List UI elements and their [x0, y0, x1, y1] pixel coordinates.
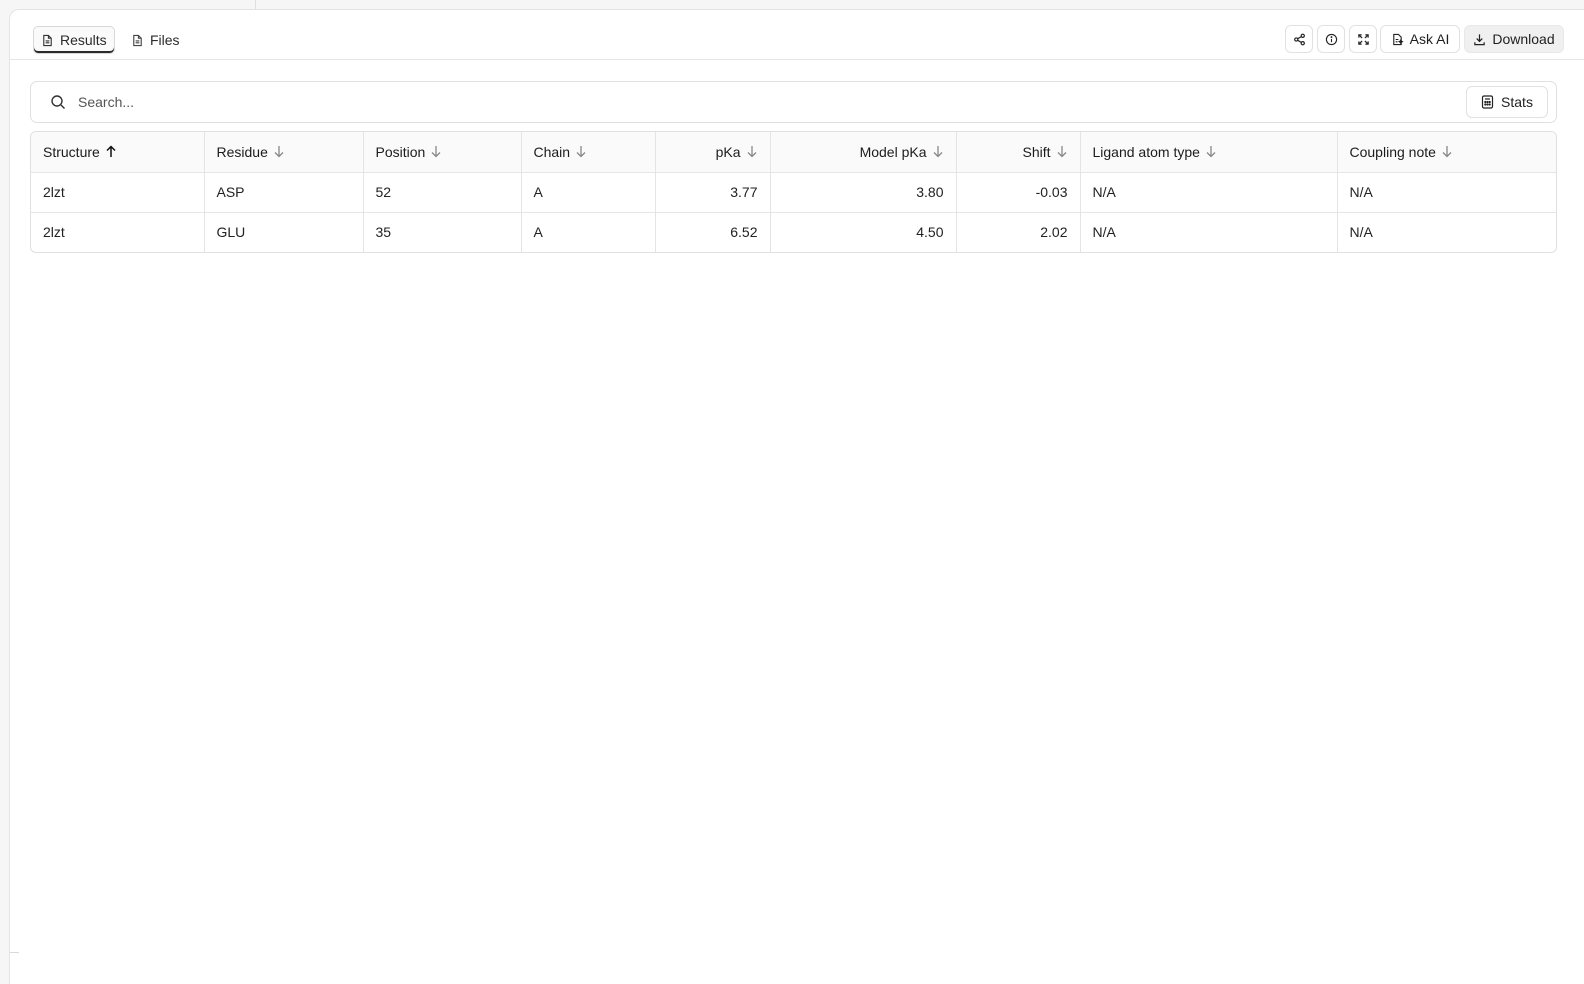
stats-label: Stats: [1501, 94, 1533, 110]
top-divider: [255, 0, 256, 9]
cell-model-pka: 4.50: [770, 211, 957, 252]
column-label: Chain: [533, 143, 571, 160]
column-label: Ligand atom type: [1092, 143, 1200, 160]
sort-icon: [1057, 146, 1066, 158]
cell-coupling-note: N/A: [1337, 211, 1556, 252]
table-row[interactable]: 2lzt GLU 35 A 6.52 4.50 2.02 N/A N/A: [31, 211, 1556, 252]
cell-shift: 2.02: [956, 211, 1081, 252]
column-label: Structure: [43, 143, 100, 160]
download-button[interactable]: Download: [1464, 25, 1564, 53]
sort-icon: [747, 146, 756, 158]
sort-ascending-icon: [106, 145, 116, 158]
column-header-structure[interactable]: Structure: [31, 132, 205, 172]
download-icon: [1474, 33, 1486, 45]
divider: [10, 952, 19, 953]
download-label: Download: [1492, 31, 1555, 47]
sort-icon: [933, 146, 942, 158]
info-icon: [1325, 33, 1337, 45]
cell-pka: 3.77: [655, 171, 771, 212]
search-input[interactable]: Search...: [78, 94, 134, 110]
expand-button[interactable]: [1349, 25, 1377, 53]
info-button[interactable]: [1317, 25, 1345, 53]
cell-structure: 2lzt: [31, 211, 205, 252]
cell-ligand-atom-type: N/A: [1080, 171, 1338, 212]
results-table: Structure Residue Position Chain pKa Mod…: [30, 131, 1557, 253]
ask-ai-label: Ask AI: [1409, 31, 1450, 47]
column-header-position[interactable]: Position: [363, 132, 522, 172]
column-header-shift[interactable]: Shift: [956, 132, 1081, 172]
cell-model-pka: 3.80: [770, 171, 957, 212]
column-header-chain[interactable]: Chain: [521, 132, 656, 172]
column-label: pKa: [715, 143, 741, 160]
tab-files[interactable]: Files: [124, 26, 187, 54]
search-icon: [51, 95, 65, 109]
tab-results[interactable]: Results: [33, 26, 115, 54]
column-header-model-pka[interactable]: Model pKa: [770, 132, 957, 172]
cell-shift: -0.03: [956, 171, 1081, 212]
column-header-ligand-atom-type[interactable]: Ligand atom type: [1080, 132, 1338, 172]
table-header-row: Structure Residue Position Chain pKa Mod…: [31, 132, 1556, 172]
column-label: Coupling note: [1349, 143, 1436, 160]
column-label: Shift: [1022, 143, 1051, 160]
search-bar[interactable]: Search... Stats: [30, 81, 1557, 123]
table-row[interactable]: 2lzt ASP 52 A 3.77 3.80 -0.03 N/A N/A: [31, 171, 1556, 212]
column-label: Model pKa: [859, 143, 927, 160]
sort-icon: [1442, 146, 1452, 158]
column-label: Residue: [216, 143, 268, 160]
document-icon: [133, 34, 142, 46]
cell-residue: ASP: [204, 171, 364, 212]
cell-ligand-atom-type: N/A: [1080, 211, 1338, 252]
share-button[interactable]: [1285, 25, 1313, 53]
sort-icon: [1206, 146, 1216, 158]
ask-ai-button[interactable]: Ask AI: [1380, 25, 1460, 53]
cell-pka: 6.52: [655, 211, 771, 252]
cell-structure: 2lzt: [31, 171, 205, 212]
cell-chain: A: [521, 171, 656, 212]
column-header-pka[interactable]: pKa: [655, 132, 771, 172]
cell-coupling-note: N/A: [1337, 171, 1556, 212]
toolbar: Results Files Ask AI Download: [10, 10, 1584, 60]
cell-residue: GLU: [204, 211, 364, 252]
sort-icon: [274, 146, 284, 158]
sort-icon: [431, 146, 441, 158]
document-icon: [43, 34, 52, 46]
sort-icon: [576, 146, 586, 158]
column-label: Position: [375, 143, 426, 160]
results-panel: Results Files Ask AI Download Search...: [9, 9, 1584, 984]
cell-position: 35: [363, 211, 522, 252]
expand-icon: [1357, 33, 1369, 45]
top-strip: [0, 0, 1584, 9]
tab-label: Results: [60, 32, 107, 48]
calculator-icon: [1481, 95, 1494, 109]
column-header-residue[interactable]: Residue: [204, 132, 364, 172]
share-icon: [1293, 33, 1305, 45]
stats-button[interactable]: Stats: [1466, 86, 1548, 118]
ai-document-icon: [1392, 33, 1404, 45]
cell-chain: A: [521, 211, 656, 252]
cell-position: 52: [363, 171, 522, 212]
tab-label: Files: [150, 32, 180, 48]
column-header-coupling-note[interactable]: Coupling note: [1337, 132, 1556, 172]
